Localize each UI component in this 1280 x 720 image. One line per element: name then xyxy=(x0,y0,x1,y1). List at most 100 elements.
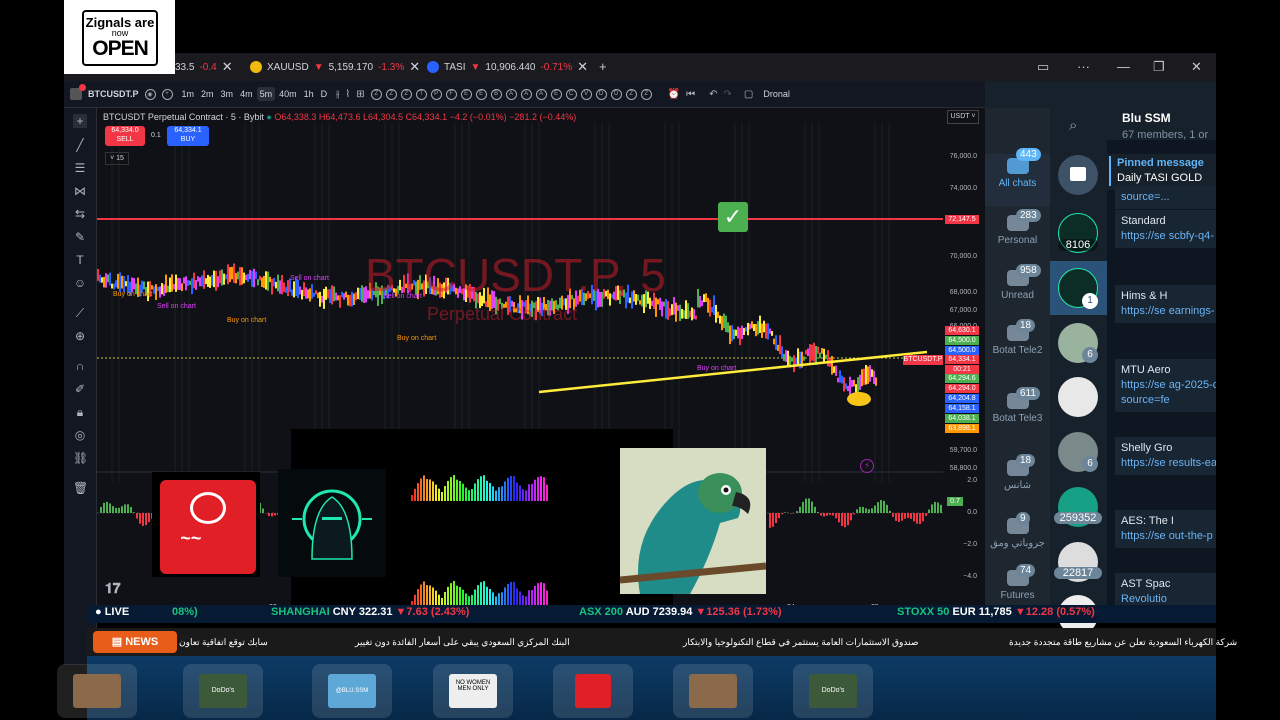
message-bubble[interactable]: source=... xyxy=(1115,186,1216,209)
message-link[interactable]: https://se scbfy-q4- xyxy=(1121,229,1216,244)
forecast-icon[interactable]: ⇆ xyxy=(73,207,87,221)
message-link[interactable]: https://se results-ea xyxy=(1121,456,1216,471)
compare-add-icon[interactable]: + xyxy=(161,88,173,100)
eye-icon[interactable]: ◉ xyxy=(144,88,156,100)
message-bubble[interactable]: Shelly Gro https://se results-ea xyxy=(1115,437,1216,475)
emoji-icon[interactable]: ☺ xyxy=(73,276,87,290)
bar-style-icon[interactable]: ⫲ xyxy=(336,89,339,100)
zoom-icon[interactable]: ⊕ xyxy=(73,329,87,343)
tile-desert-photo-2[interactable] xyxy=(673,664,753,718)
indicator-shortcut-icon[interactable]: Z xyxy=(385,88,397,100)
stay-drawing-icon[interactable]: ✐ xyxy=(73,382,87,396)
redo-icon[interactable]: ↷ xyxy=(724,89,732,100)
timeframe-2m[interactable]: 2m xyxy=(198,87,217,101)
link-icon[interactable]: ⛓︎ xyxy=(73,451,88,465)
sell-button[interactable]: 64,334.0 SELL xyxy=(105,126,145,146)
timeframe-1h[interactable]: 1h xyxy=(301,87,317,101)
brush-icon[interactable]: ✎ xyxy=(73,230,87,244)
indicator-shortcut-icon[interactable]: Z xyxy=(370,88,382,100)
indicator-shortcut-icon[interactable]: D xyxy=(610,88,622,100)
replay-icon[interactable]: ⏮ xyxy=(686,89,695,100)
alert-icon[interactable]: ⏰ xyxy=(668,89,680,100)
message-bubble[interactable]: Standard https://se scbfy-q4- xyxy=(1115,210,1216,248)
message-link[interactable]: https://se ag-2025-c source=fe xyxy=(1121,378,1216,408)
lightning-icon[interactable]: ⚡︎ xyxy=(860,459,874,473)
tab-xauusd[interactable]: XAUUSD ▼ 5,159.170 -1.3% ✕ xyxy=(250,53,420,81)
window-close-icon[interactable]: ✕ xyxy=(1191,59,1202,75)
fullscreen-icon[interactable]: ▢ xyxy=(744,89,753,100)
close-icon[interactable]: ✕ xyxy=(222,59,233,75)
tile-desert-photo[interactable] xyxy=(57,664,137,718)
tile-telegram-qr[interactable]: @BLU.SSM xyxy=(312,664,392,718)
tile-red-logo[interactable] xyxy=(553,664,633,718)
tile-dodo-sign-2[interactable]: DoDo's xyxy=(793,664,873,718)
layout-icon[interactable]: ▭ xyxy=(1037,59,1049,75)
close-icon[interactable]: ✕ xyxy=(577,59,588,75)
indicator-shortcut-icon[interactable]: T xyxy=(415,88,427,100)
templates-icon[interactable]: ⊞ xyxy=(356,89,364,100)
message-bubble[interactable]: MTU Aero https://se ag-2025-c source=fe xyxy=(1115,359,1216,412)
indicator-shortcut-icon[interactable]: Z xyxy=(625,88,637,100)
indicator-shortcut-icon[interactable]: E xyxy=(550,88,562,100)
folder-5[interactable]: شانس 18 xyxy=(985,454,1050,492)
folder-4[interactable]: Botat Tele3 611 xyxy=(985,387,1050,425)
trash-icon[interactable]: 🗑︎ xyxy=(73,481,88,495)
indicator-shortcut-icon[interactable]: B xyxy=(490,88,502,100)
archive-icon[interactable] xyxy=(1058,155,1098,195)
user-name[interactable]: Dronal xyxy=(763,89,790,99)
trendline-icon[interactable]: ╱ xyxy=(73,138,87,152)
tile-dodo-sign[interactable]: DoDo's xyxy=(183,664,263,718)
timeframe-1m[interactable]: 1m xyxy=(179,87,198,101)
indicators-icon[interactable]: ⌇ xyxy=(345,89,350,100)
new-tab-icon[interactable]: + xyxy=(599,59,607,74)
more-icon[interactable]: ··· xyxy=(1077,59,1090,74)
maximize-icon[interactable]: ❐ xyxy=(1153,59,1165,75)
minimize-icon[interactable]: — xyxy=(1117,59,1130,74)
undo-icon[interactable]: ↶ xyxy=(709,89,717,100)
indicator-shortcut-icon[interactable]: A xyxy=(505,88,517,100)
timeframe-3m[interactable]: 3m xyxy=(218,87,237,101)
indicator-shortcut-icon[interactable]: E xyxy=(460,88,472,100)
message-link[interactable]: https://se out-the-p xyxy=(1121,529,1216,544)
timeframe-D[interactable]: D xyxy=(318,87,331,101)
indicator-shortcut-icon[interactable]: A xyxy=(535,88,547,100)
buy-button[interactable]: 64,334.1 BUY xyxy=(167,126,209,146)
chat-avatar[interactable] xyxy=(1058,377,1098,417)
indicator-shortcut-icon[interactable]: A xyxy=(520,88,532,100)
group-title[interactable]: Blu SSM xyxy=(1122,111,1171,125)
folder-3[interactable]: Botat Tele2 18 xyxy=(985,319,1050,357)
indicator-shortcut-icon[interactable]: P xyxy=(430,88,442,100)
pinned-message[interactable]: Pinned message Daily TASI GOLD xyxy=(1107,154,1216,190)
hide-icon[interactable]: ◎ xyxy=(73,428,87,442)
message-link[interactable]: https://se earnings- xyxy=(1121,304,1216,319)
interval-box[interactable]: ˅ 15 xyxy=(105,152,129,165)
indicator-shortcut-icon[interactable]: E xyxy=(475,88,487,100)
folder-2[interactable]: Unread 958 xyxy=(985,264,1050,302)
magnet-icon[interactable]: ∩ xyxy=(73,359,87,373)
timeframe-4m[interactable]: 4m xyxy=(237,87,256,101)
timeframe-5m[interactable]: 5m xyxy=(256,87,276,101)
tab-partial[interactable]: 33.5 -0.4 ✕ xyxy=(175,53,233,81)
currency-selector[interactable]: USDT ˅ xyxy=(947,110,979,124)
message-bubble[interactable]: AES: The I https://se out-the-p xyxy=(1115,510,1216,548)
pattern-icon[interactable]: ⋈ xyxy=(73,184,87,198)
folder-1[interactable]: Personal 283 xyxy=(985,209,1050,247)
fib-icon[interactable]: ☰ xyxy=(73,161,87,175)
timeframe-40m[interactable]: 40m xyxy=(276,87,300,101)
tab-tasi[interactable]: TASI ▼ 10,906.440 -0.71% ✕ xyxy=(427,53,588,81)
folder-6[interactable]: جروباتي ومق 9 xyxy=(985,512,1050,550)
indicator-shortcut-icon[interactable]: C xyxy=(565,88,577,100)
indicator-shortcut-icon[interactable]: Z xyxy=(400,88,412,100)
indicator-shortcut-icon[interactable]: Z xyxy=(640,88,652,100)
close-icon[interactable]: ✕ xyxy=(409,59,420,75)
indicator-shortcut-icon[interactable]: D xyxy=(595,88,607,100)
symbol-search[interactable]: BTCUSDT.P xyxy=(88,89,139,99)
ruler-icon[interactable]: ⟋ xyxy=(73,306,87,320)
indicator-shortcut-icon[interactable]: V xyxy=(580,88,592,100)
search-icon[interactable]: ⌕ xyxy=(1069,117,1077,134)
indicator-shortcut-icon[interactable]: F xyxy=(445,88,457,100)
message-bubble[interactable]: Hims & H https://se earnings- xyxy=(1115,285,1216,323)
crosshair-icon[interactable]: + xyxy=(73,114,87,128)
folder-7[interactable]: Futures 74 xyxy=(985,564,1050,602)
text-icon[interactable]: T xyxy=(73,253,87,267)
